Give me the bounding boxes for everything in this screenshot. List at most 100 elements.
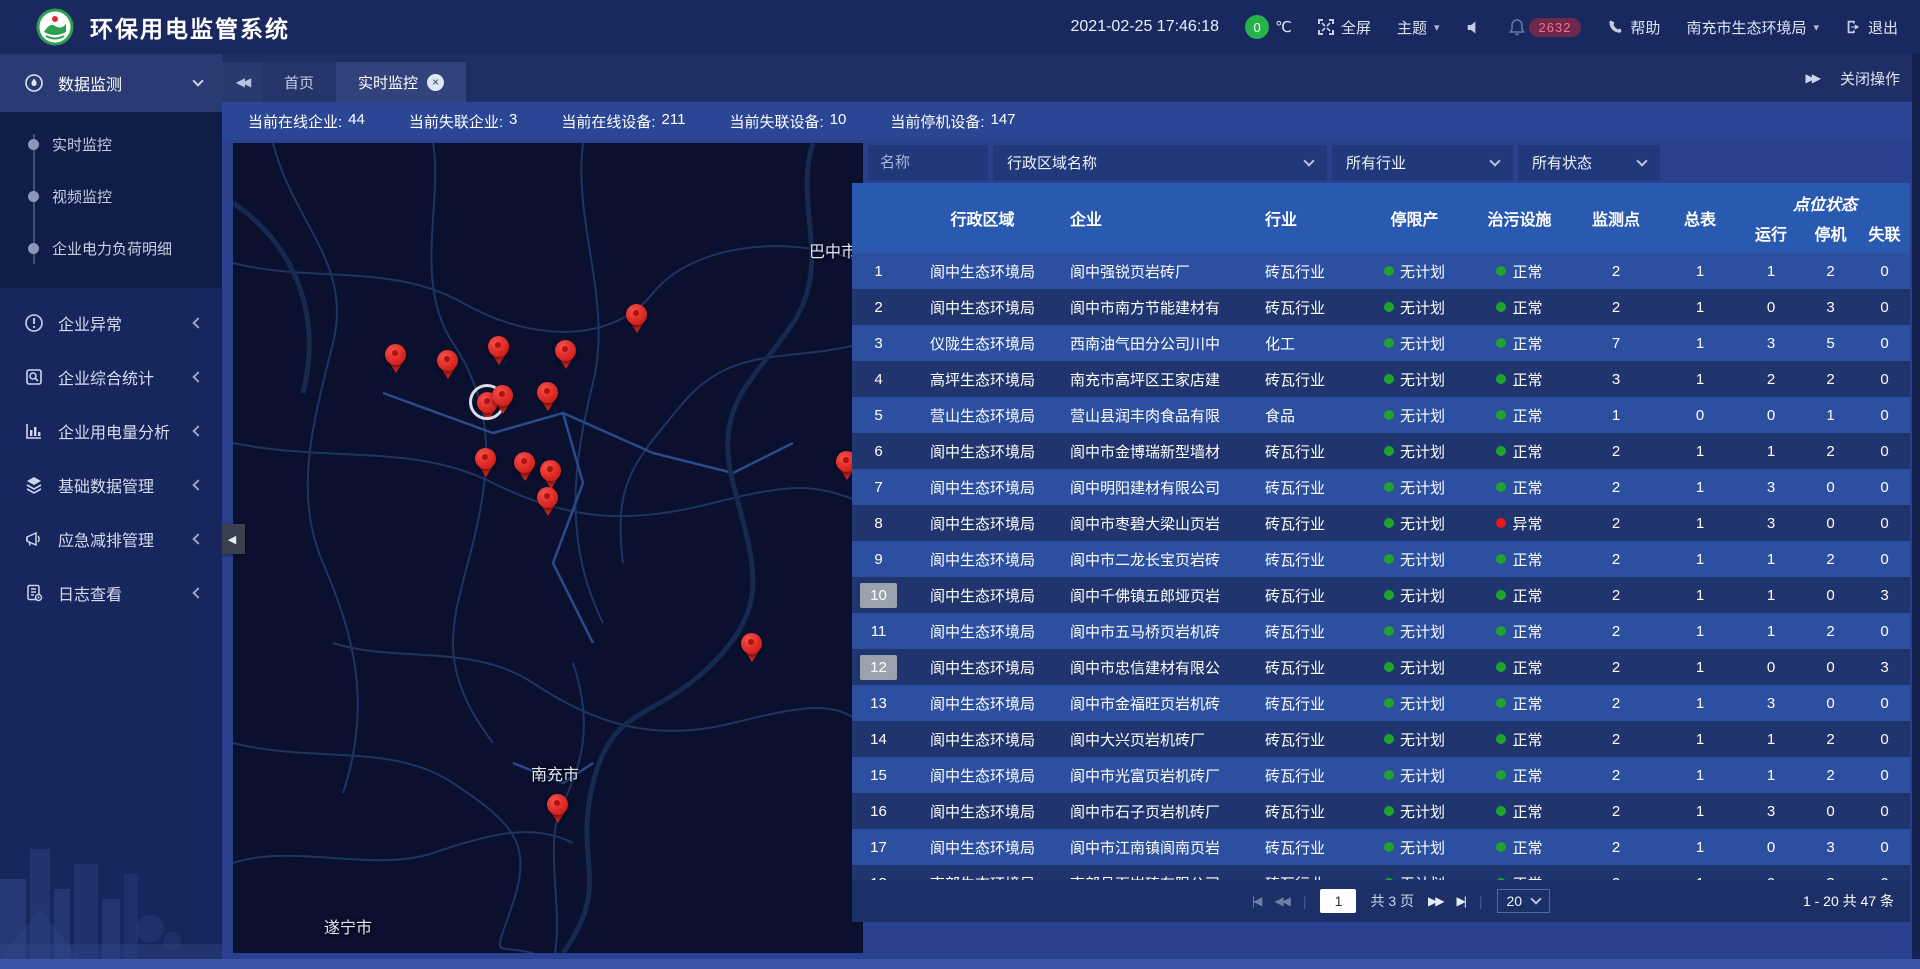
filter-bar: 行政区域名称 所有行业 所有状态 bbox=[868, 145, 1660, 180]
tabs-scroll-right-button[interactable]: ▶▶ bbox=[1806, 71, 1818, 85]
sidebar-item-data-monitoring[interactable]: 数据监测 bbox=[0, 54, 222, 112]
company-cell: 西南油气田分公司川中 bbox=[1060, 325, 1255, 361]
tabs-scroll-left-button[interactable]: ◀◀ bbox=[222, 62, 262, 102]
page-number-input[interactable]: 1 bbox=[1320, 889, 1356, 913]
status-select[interactable]: 所有状态 bbox=[1518, 145, 1660, 180]
chevron-left-icon: ◀ bbox=[228, 533, 236, 546]
chevron-down-icon bbox=[1636, 155, 1647, 166]
prev-page-button[interactable]: ◀◀ bbox=[1274, 894, 1288, 908]
table-row[interactable]: 13 阆中生态环境局 阆中市金福旺页岩机砖 砖瓦行业 无计划 正常 2 1 3 … bbox=[852, 685, 1910, 721]
facility-status-cell: 正常 bbox=[1467, 253, 1572, 289]
sidebar-item-power-load-detail[interactable]: 企业电力负荷明细 bbox=[0, 222, 222, 274]
theme-dropdown[interactable]: 主题▾ bbox=[1397, 17, 1440, 38]
first-page-button[interactable]: |◀ bbox=[1252, 894, 1260, 908]
org-dropdown[interactable]: 南充市生态环境局▾ bbox=[1686, 17, 1819, 38]
status-dot-icon bbox=[1496, 734, 1506, 744]
sidebar-item-enterprise-abnormal[interactable]: 企业异常 bbox=[0, 296, 222, 350]
sidebar-item-realtime-monitoring[interactable]: 实时监控 bbox=[0, 118, 222, 170]
status-dot-icon bbox=[1496, 590, 1506, 600]
sidebar-item-emergency-reduction[interactable]: 应急减排管理 bbox=[0, 512, 222, 566]
table-row[interactable]: 8 阆中生态环境局 阆中市枣碧大梁山页岩 砖瓦行业 无计划 异常 2 1 3 0… bbox=[852, 505, 1910, 541]
points-cell: 2 bbox=[1572, 721, 1660, 757]
tab-close-icon[interactable]: × bbox=[427, 74, 444, 91]
table-row[interactable]: 6 阆中生态环境局 阆中市金博瑞新型墙材 砖瓦行业 无计划 正常 2 1 1 2… bbox=[852, 433, 1910, 469]
industry-select[interactable]: 所有行业 bbox=[1332, 145, 1513, 180]
stop-cell: 2 bbox=[1802, 721, 1859, 757]
chevron-left-icon bbox=[192, 371, 203, 382]
table-row[interactable]: 7 阆中生态环境局 阆中明阳建材有限公司 砖瓦行业 无计划 正常 2 1 3 0… bbox=[852, 469, 1910, 505]
app-header: 环保用电监管系统 2021-02-25 17:46:18 0 ℃ 全屏 主题▾ bbox=[0, 0, 1920, 54]
status-dot-icon bbox=[1496, 374, 1506, 384]
table-row[interactable]: 1 阆中生态环境局 阆中强锐页岩砖厂 砖瓦行业 无计划 正常 2 1 1 2 0 bbox=[852, 253, 1910, 289]
map-pin[interactable] bbox=[547, 794, 569, 825]
table-row[interactable]: 17 阆中生态环境局 阆中市江南镇阆南页岩 砖瓦行业 无计划 正常 2 1 0 … bbox=[852, 829, 1910, 865]
table-row[interactable]: 2 阆中生态环境局 阆中市南方节能建材有 砖瓦行业 无计划 正常 2 1 0 3… bbox=[852, 289, 1910, 325]
production-status-cell: 无计划 bbox=[1362, 649, 1467, 685]
name-search-input[interactable] bbox=[868, 145, 988, 180]
table-row[interactable]: 3 仪陇生态环境局 西南油气田分公司川中 化工 无计划 正常 7 1 3 5 0 bbox=[852, 325, 1910, 361]
stat-value: 3 bbox=[509, 111, 517, 132]
table-row[interactable]: 10 阆中生态环境局 阆中千佛镇五郎垭页岩 砖瓦行业 无计划 正常 2 1 1 … bbox=[852, 577, 1910, 613]
sidebar-item-log-view[interactable]: 日志查看 bbox=[0, 566, 222, 620]
table-row[interactable]: 9 阆中生态环境局 阆中市二龙长宝页岩砖 砖瓦行业 无计划 正常 2 1 1 2… bbox=[852, 541, 1910, 577]
tab-realtime-monitoring[interactable]: 实时监控 × bbox=[336, 62, 466, 102]
app-title: 环保用电监管系统 bbox=[90, 10, 290, 44]
production-status-cell: 无计划 bbox=[1362, 829, 1467, 865]
table-row[interactable]: 16 阆中生态环境局 阆中市石子页岩机砖厂 砖瓦行业 无计划 正常 2 1 3 … bbox=[852, 793, 1910, 829]
sidebar-item-enterprise-statistics[interactable]: 企业综合统计 bbox=[0, 350, 222, 404]
map-pin[interactable] bbox=[626, 304, 648, 335]
stat-item: 当前在线设备: 211 bbox=[561, 111, 685, 132]
page-size-select[interactable]: 20 bbox=[1497, 889, 1551, 913]
row-index-cell: 2 bbox=[852, 289, 905, 325]
notifications-button[interactable]: 2632 bbox=[1509, 18, 1582, 37]
meter-cell: 1 bbox=[1660, 325, 1740, 361]
lost-cell: 0 bbox=[1859, 721, 1910, 757]
map-pin[interactable] bbox=[741, 633, 763, 664]
map-pin[interactable] bbox=[488, 336, 510, 367]
region-select[interactable]: 行政区域名称 bbox=[993, 145, 1327, 180]
pin-bulb bbox=[741, 633, 762, 654]
stats-bar: 当前在线企业: 44 当前失联企业: 3 当前在线设备: 211 当前失联设备:… bbox=[222, 102, 1920, 140]
fullscreen-button[interactable]: 全屏 bbox=[1318, 17, 1371, 38]
table-row[interactable]: 14 阆中生态环境局 阆中大兴页岩机砖厂 砖瓦行业 无计划 正常 2 1 1 2… bbox=[852, 721, 1910, 757]
status-dot-icon bbox=[1496, 518, 1506, 528]
map-pin[interactable] bbox=[514, 452, 536, 483]
chevron-left-icon bbox=[192, 587, 203, 598]
points-cell: 2 bbox=[1572, 289, 1660, 325]
run-cell: 1 bbox=[1740, 613, 1802, 649]
points-cell: 2 bbox=[1572, 253, 1660, 289]
tab-home[interactable]: 首页 bbox=[262, 62, 336, 102]
stop-cell: 2 bbox=[1802, 433, 1859, 469]
sidebar-item-electricity-analysis[interactable]: 企业用电量分析 bbox=[0, 404, 222, 458]
map-panel[interactable]: 巴中市 南充市 遂宁市 bbox=[233, 143, 863, 953]
help-button[interactable]: 帮助 bbox=[1607, 17, 1660, 38]
sidebar-item-video-monitoring[interactable]: 视频监控 bbox=[0, 170, 222, 222]
map-pin[interactable] bbox=[385, 344, 407, 375]
table-row[interactable]: 12 阆中生态环境局 阆中市忠信建材有限公 砖瓦行业 无计划 正常 2 1 0 … bbox=[852, 649, 1910, 685]
map-pin[interactable] bbox=[475, 448, 497, 479]
map-pin[interactable] bbox=[492, 385, 514, 416]
map-pin[interactable] bbox=[555, 340, 577, 371]
map-collapse-button[interactable]: ◀ bbox=[219, 524, 245, 554]
facility-status-cell: 正常 bbox=[1467, 721, 1572, 757]
scrollbar-track[interactable] bbox=[1912, 54, 1920, 969]
table-row[interactable]: 15 阆中生态环境局 阆中市光富页岩机砖厂 砖瓦行业 无计划 正常 2 1 1 … bbox=[852, 757, 1910, 793]
point-status-group-header: 点位状态 bbox=[1740, 183, 1910, 217]
pin-bulb bbox=[488, 336, 509, 357]
table-row[interactable]: 5 营山生态环境局 营山县润丰肉食品有限 食品 无计划 正常 1 0 0 1 0 bbox=[852, 397, 1910, 433]
map-pin[interactable] bbox=[537, 382, 559, 413]
map-pin[interactable] bbox=[537, 487, 559, 518]
table-row[interactable]: 18 南部生态环境局 南部县页岩砖有限公司 砖瓦行业 无计划 正常 2 1 0 … bbox=[852, 865, 1910, 880]
run-cell: 0 bbox=[1740, 829, 1802, 865]
last-page-button[interactable]: ▶| bbox=[1457, 894, 1465, 908]
status-dot-icon bbox=[1496, 410, 1506, 420]
map-pin[interactable] bbox=[437, 350, 459, 381]
table-row[interactable]: 4 高坪生态环境局 南充市高坪区王家店建 砖瓦行业 无计划 正常 3 1 2 2… bbox=[852, 361, 1910, 397]
logout-button[interactable]: 退出 bbox=[1845, 17, 1898, 38]
sidebar-item-basic-data[interactable]: 基础数据管理 bbox=[0, 458, 222, 512]
speaker-icon bbox=[1466, 19, 1483, 36]
table-row[interactable]: 11 阆中生态环境局 阆中市五马桥页岩机砖 砖瓦行业 无计划 正常 2 1 1 … bbox=[852, 613, 1910, 649]
next-page-button[interactable]: ▶▶ bbox=[1428, 894, 1442, 908]
mute-button[interactable] bbox=[1466, 19, 1483, 36]
close-operations-button[interactable]: 关闭操作 bbox=[1840, 68, 1900, 89]
